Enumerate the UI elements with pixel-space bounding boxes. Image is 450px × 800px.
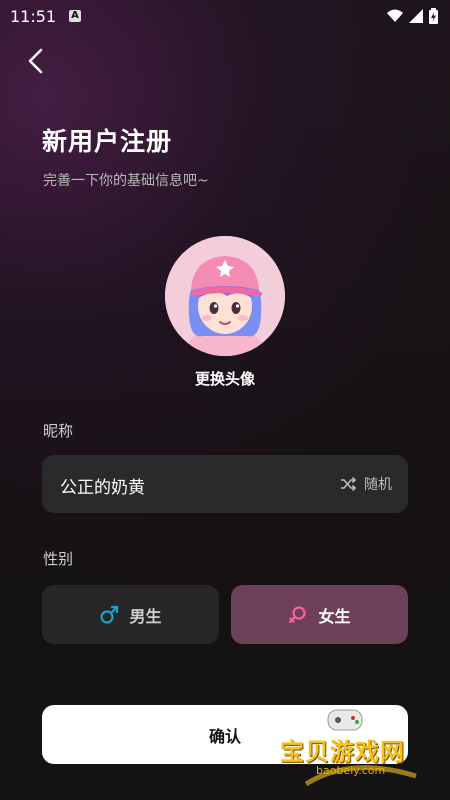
avatar[interactable] (165, 236, 285, 356)
random-label: 随机 (364, 477, 392, 493)
confirm-label: 确认 (208, 726, 241, 746)
status-time: 11:51 (10, 7, 57, 26)
confirm-button[interactable]: 确认 (42, 705, 408, 764)
female-label: 女生 (318, 606, 351, 626)
avatar-girl-illustration (165, 236, 285, 356)
back-arrow-icon[interactable] (24, 46, 50, 76)
watermark-url: baobeiy.com (316, 764, 386, 777)
female-symbol-icon (289, 605, 307, 623)
nickname-value[interactable]: 公正的奶黄 (60, 473, 145, 498)
gender-male-button[interactable]: 男生 (42, 585, 219, 644)
male-label: 男生 (129, 606, 162, 626)
wifi-icon (387, 9, 403, 22)
battery-icon (429, 8, 438, 24)
notification-icon: A (69, 10, 81, 22)
gender-label: 性别 (43, 550, 74, 568)
nickname-field[interactable]: 公正的奶黄 随机 (42, 455, 408, 513)
nickname-label: 昵称 (43, 422, 74, 440)
signal-icon (409, 9, 423, 23)
page-title: 新用户注册 (42, 127, 173, 156)
status-icons (387, 8, 438, 24)
page-subtitle: 完善一下你的基础信息吧~ (43, 173, 209, 189)
status-bar: 11:51 A (0, 0, 450, 32)
random-nickname-button[interactable]: 随机 (340, 474, 392, 494)
shuffle-icon (341, 476, 356, 492)
gender-female-button[interactable]: 女生 (231, 585, 408, 644)
male-symbol-icon (100, 605, 119, 624)
change-avatar-button[interactable]: 更换头像 (0, 368, 450, 389)
